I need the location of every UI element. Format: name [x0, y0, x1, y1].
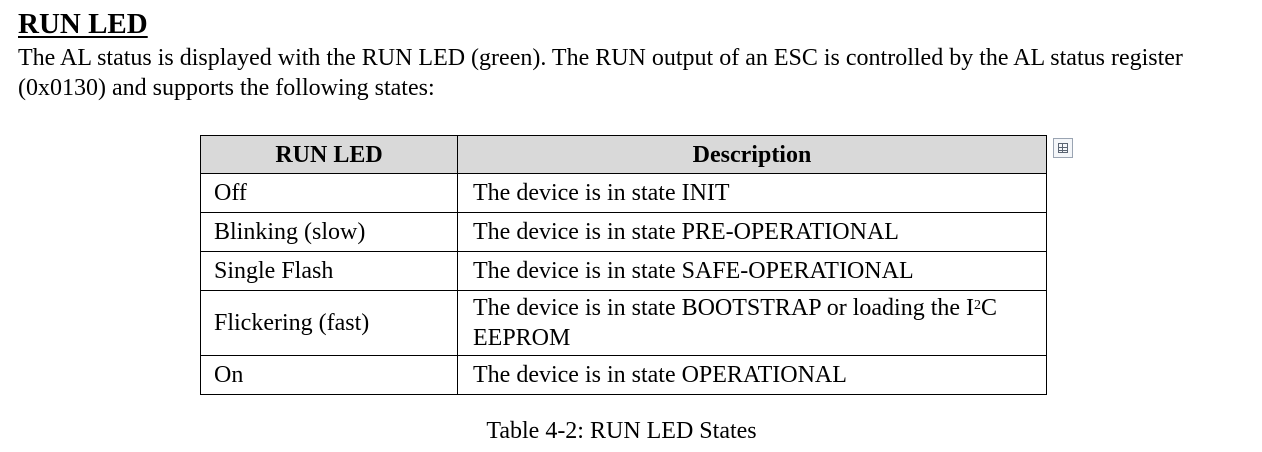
section-heading: RUN LED [18, 8, 148, 40]
description-cell: The device is in state BOOTSTRAP or load… [457, 290, 1047, 356]
run-led-table: RUN LED Description Off The device is in… [200, 135, 1047, 395]
led-state-cell: Blinking (slow) [200, 212, 458, 252]
description-text: The device is in state BOOTSTRAP or load… [473, 295, 975, 321]
table-row: Single Flash The device is in state SAFE… [200, 251, 1047, 291]
table-row: Flickering (fast) The device is in state… [200, 290, 1047, 356]
description-cell: The device is in state OPERATIONAL [457, 355, 1047, 395]
led-state-cell: On [200, 355, 458, 395]
led-state-cell: Off [200, 173, 458, 213]
header-run-led: RUN LED [200, 135, 458, 174]
table-header-row: RUN LED Description [200, 135, 1047, 174]
table-anchor-icon[interactable] [1053, 138, 1073, 158]
table-row: Blinking (slow) The device is in state P… [200, 212, 1047, 252]
table-row: Off The device is in state INIT [200, 173, 1047, 213]
header-description: Description [457, 135, 1047, 174]
led-state-cell: Flickering (fast) [200, 290, 458, 356]
table-caption: Table 4-2: RUN LED States [486, 418, 757, 444]
intro-paragraph: The AL status is displayed with the RUN … [18, 45, 1183, 101]
description-cell: The device is in state SAFE-OPERATIONAL [457, 251, 1047, 291]
superscript: 2 [974, 298, 982, 313]
description-cell: The device is in state PRE-OPERATIONAL [457, 212, 1047, 252]
led-state-cell: Single Flash [200, 251, 458, 291]
table-row: On The device is in state OPERATIONAL [200, 355, 1047, 395]
description-cell: The device is in state INIT [457, 173, 1047, 213]
